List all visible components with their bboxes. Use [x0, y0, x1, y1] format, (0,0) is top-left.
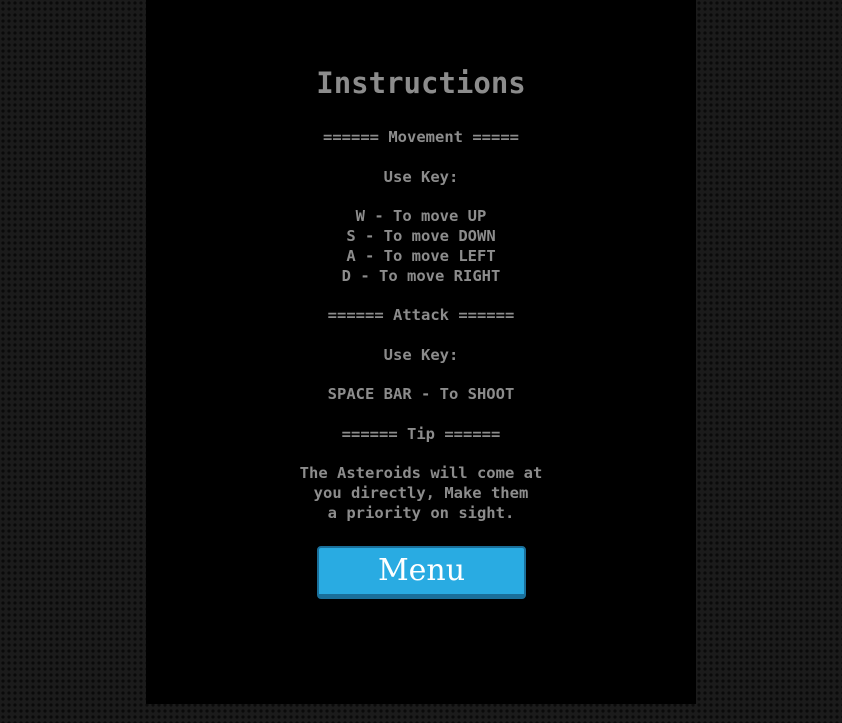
attack-use-key-label: Use Key:	[383, 346, 459, 364]
attack-header: ====== Attack ======	[327, 306, 515, 324]
movement-header: ====== Movement =====	[323, 128, 519, 146]
tip-line: The Asteroids will come at	[299, 464, 543, 482]
movement-use-key-label: Use Key:	[383, 168, 459, 186]
tip-line: a priority on sight.	[327, 504, 515, 522]
page-title: Instructions	[316, 66, 526, 100]
instructions-panel: Instructions ====== Movement ===== Use K…	[146, 0, 696, 704]
tip-line: you directly, Make them	[313, 484, 529, 502]
movement-key-w: W - To move UP	[355, 207, 487, 225]
movement-key-s: S - To move DOWN	[346, 227, 496, 245]
movement-key-a: A - To move LEFT	[346, 247, 496, 265]
attack-key-space: SPACE BAR - To SHOOT	[327, 385, 515, 403]
menu-button[interactable]: Menu	[317, 546, 526, 599]
movement-key-d: D - To move RIGHT	[341, 267, 501, 285]
tip-header: ====== Tip ======	[341, 425, 501, 443]
